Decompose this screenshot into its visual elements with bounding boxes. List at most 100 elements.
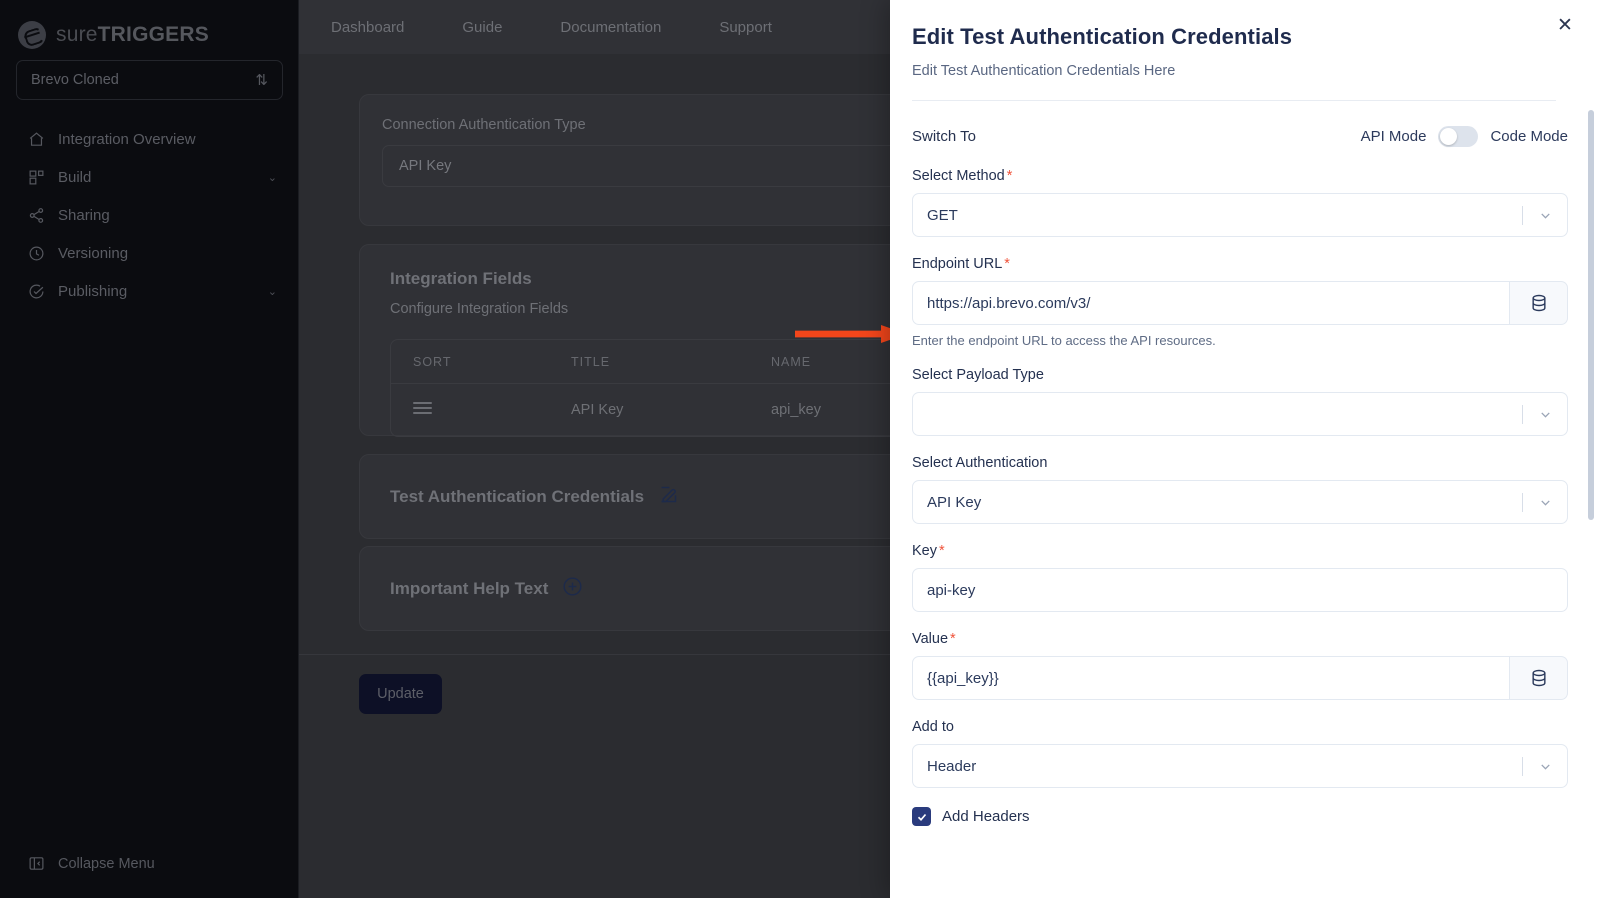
panel-subtitle: Edit Test Authentication Credentials Her… — [912, 63, 1176, 79]
chevron-down-icon — [1523, 759, 1567, 774]
mode-toggle[interactable] — [1438, 125, 1479, 147]
endpoint-url-input-wrap[interactable]: https://api.brevo.com/v3/ — [912, 281, 1510, 325]
suretriggers-logo-icon — [18, 21, 46, 49]
clock-icon — [28, 245, 45, 262]
sidebar-item-sharing[interactable]: Sharing — [0, 196, 299, 234]
sidebar-item-versioning[interactable]: Versioning — [0, 234, 299, 272]
field-payload-type: Select Payload Type — [912, 367, 1568, 436]
required-asterisk: * — [1004, 256, 1010, 272]
sidebar-nav: Integration Overview Build ⌄ Sharing Ver… — [0, 120, 299, 310]
endpoint-url-hint: Enter the endpoint URL to access the API… — [912, 333, 1216, 348]
check-circle-icon — [28, 283, 45, 300]
endpoint-url-label-text: Endpoint URL — [912, 256, 1003, 272]
panel-scrollbar[interactable] — [1588, 110, 1594, 520]
switch-mode-row: Switch To API Mode Code Mode — [912, 104, 1568, 168]
edit-icon[interactable] — [658, 484, 679, 510]
api-mode-label: API Mode — [1360, 127, 1427, 145]
chevron-down-icon — [1523, 208, 1567, 223]
sidebar-item-label: Versioning — [58, 244, 129, 262]
key-input-wrap[interactable]: api-key — [912, 568, 1568, 612]
code-mode-label: Code Mode — [1490, 127, 1568, 145]
field-value: Value * {{api_key}} — [912, 631, 1568, 700]
collapse-menu-button[interactable]: Collapse Menu — [28, 855, 155, 872]
required-asterisk: * — [950, 631, 956, 647]
select-method-value: GET — [927, 206, 958, 224]
project-selector-value: Brevo Cloned — [31, 72, 119, 88]
panel-divider — [912, 100, 1556, 101]
sidebar-item-publishing[interactable]: Publishing ⌄ — [0, 272, 299, 310]
sidebar-item-label: Publishing — [58, 282, 128, 300]
payload-type-label: Select Payload Type — [912, 367, 1568, 383]
value-label-text: Value — [912, 631, 949, 647]
required-asterisk: * — [1006, 168, 1013, 184]
database-icon[interactable] — [1510, 281, 1568, 325]
sidebar-item-build[interactable]: Build ⌄ — [0, 158, 299, 196]
value-input-wrap[interactable]: {{api_key}} — [912, 656, 1510, 700]
key-label: Key * — [912, 543, 1568, 559]
topnav-item-support[interactable]: Support — [719, 19, 802, 36]
test-auth-title: Test Authentication Credentials — [390, 486, 645, 506]
cell-title: API Key — [571, 402, 624, 418]
add-to-label-text: Add to — [912, 719, 954, 735]
sidebar-item-label: Build — [58, 168, 92, 186]
add-headers-checkbox[interactable] — [912, 807, 931, 826]
topnav-item-dashboard[interactable]: Dashboard — [331, 19, 434, 36]
help-text-title: Important Help Text — [390, 578, 549, 598]
add-to-value: Header — [927, 757, 977, 775]
chevron-down-icon — [1523, 407, 1567, 422]
select-authentication-value: API Key — [927, 493, 982, 511]
field-select-authentication: Select Authentication API Key — [912, 455, 1568, 524]
update-button[interactable]: Update — [359, 674, 442, 714]
select-authentication-dropdown[interactable]: API Key — [912, 480, 1568, 524]
project-selector[interactable]: Brevo Cloned ⇅ — [16, 60, 283, 100]
select-method-dropdown[interactable]: GET — [912, 193, 1568, 237]
toggle-knob — [1440, 127, 1458, 145]
sidebar: sureTRIGGERS Brevo Cloned ⇅ Integration … — [0, 0, 299, 898]
home-icon — [28, 131, 45, 148]
panel-header: Edit Test Authentication Credentials Edi… — [890, 0, 1600, 101]
select-method-label-text: Select Method — [912, 168, 1005, 184]
blocks-icon — [28, 169, 45, 186]
topnav-item-guide[interactable]: Guide — [462, 19, 532, 36]
add-headers-label: Add Headers — [942, 808, 1030, 825]
field-key: Key * api-key — [912, 543, 1568, 612]
plus-circle-icon[interactable] — [562, 576, 583, 602]
brand-thin: sure — [56, 23, 98, 46]
endpoint-url-label: Endpoint URL * — [912, 256, 1568, 272]
key-input[interactable]: api-key — [913, 582, 1567, 599]
column-header-sort: SORT — [413, 354, 452, 369]
brand-text: sureTRIGGERS — [56, 23, 209, 47]
brand-logo[interactable]: sureTRIGGERS — [0, 0, 298, 54]
sidebar-item-label: Integration Overview — [58, 130, 196, 148]
select-authentication-label: Select Authentication — [912, 455, 1568, 471]
sidebar-item-label: Sharing — [58, 206, 110, 224]
add-headers-checkbox-row[interactable]: Add Headers — [912, 807, 1568, 826]
required-asterisk: * — [939, 543, 945, 559]
add-to-label: Add to — [912, 719, 1568, 735]
panel-title: Edit Test Authentication Credentials — [912, 24, 1293, 49]
key-label-text: Key — [912, 543, 937, 559]
screen-root: sureTRIGGERS Brevo Cloned ⇅ Integration … — [0, 0, 1600, 898]
add-to-dropdown[interactable]: Header — [912, 744, 1568, 788]
panel-body: Switch To API Mode Code Mode Select Meth… — [890, 104, 1600, 898]
payload-type-dropdown[interactable] — [912, 392, 1568, 436]
chevron-down-icon: ⌄ — [267, 171, 277, 184]
brand-bold: TRIGGERS — [97, 23, 209, 46]
drag-handle-icon[interactable] — [391, 399, 571, 421]
select-authentication-label-text: Select Authentication — [912, 455, 1048, 471]
database-icon[interactable] — [1510, 656, 1568, 700]
edit-credentials-panel: Edit Test Authentication Credentials Edi… — [890, 0, 1600, 898]
value-input[interactable]: {{api_key}} — [913, 670, 1509, 687]
close-icon[interactable]: ✕ — [1552, 12, 1578, 38]
field-endpoint-url: Endpoint URL * https://api.brevo.com/v3/ … — [912, 256, 1568, 348]
value-label: Value * — [912, 631, 1568, 647]
collapse-menu-label: Collapse Menu — [58, 855, 155, 872]
endpoint-url-input[interactable]: https://api.brevo.com/v3/ — [913, 295, 1509, 312]
payload-type-label-text: Select Payload Type — [912, 367, 1044, 383]
sidebar-item-integration-overview[interactable]: Integration Overview — [0, 120, 299, 158]
topnav-item-documentation[interactable]: Documentation — [560, 19, 691, 36]
column-header-title: TITLE — [571, 354, 611, 369]
connection-auth-value: API Key — [399, 158, 452, 174]
switch-to-label: Switch To — [912, 127, 976, 145]
field-add-to: Add to Header — [912, 719, 1568, 788]
